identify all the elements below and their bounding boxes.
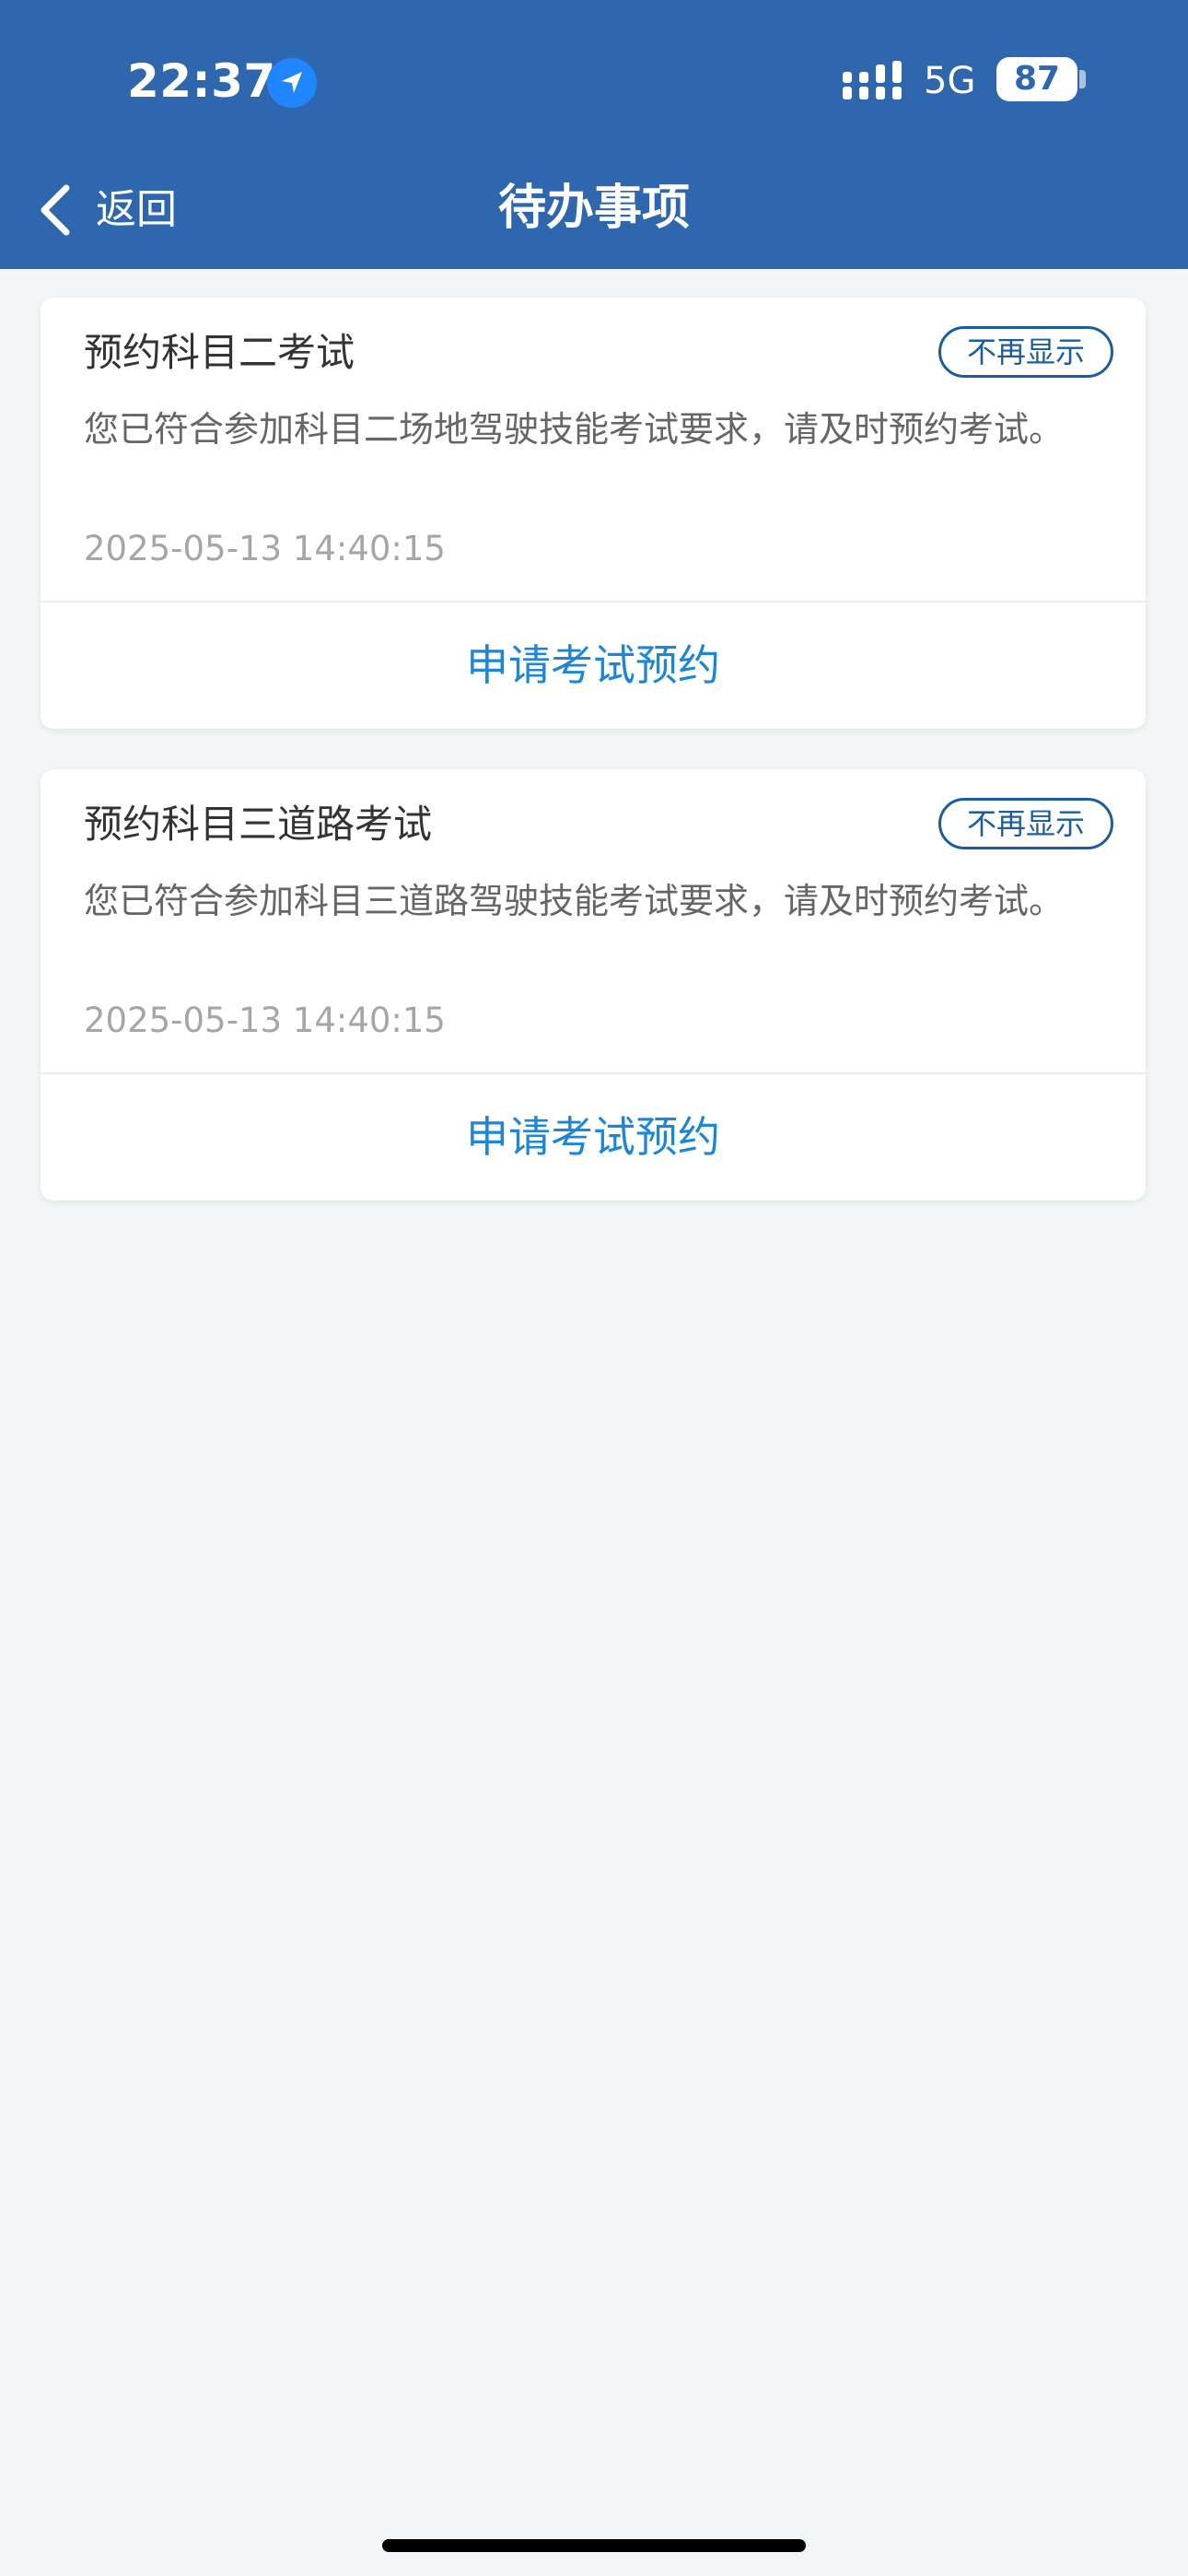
apply-exam-booking-button[interactable]: 申请考试预约 bbox=[41, 1074, 1146, 1200]
location-arrow-icon bbox=[267, 58, 317, 108]
home-indicator[interactable] bbox=[382, 2539, 806, 2552]
todo-description: 您已符合参加科目二场地驾驶技能考试要求，请及时预约考试。 bbox=[84, 409, 1065, 450]
page-title: 待办事项 bbox=[497, 181, 690, 236]
battery-level: 87 bbox=[1013, 60, 1061, 98]
todo-timestamp: 2025-05-13 14:40:15 bbox=[84, 1001, 446, 1040]
dismiss-button[interactable]: 不再显示 bbox=[938, 798, 1113, 849]
todo-title: 预约科目三道路考试 bbox=[84, 802, 433, 847]
network-type: 5G bbox=[924, 60, 976, 102]
todo-description: 您已符合参加科目三道路驾驶技能考试要求，请及时预约考试。 bbox=[84, 881, 1065, 921]
apply-exam-booking-button[interactable]: 申请考试预约 bbox=[41, 603, 1146, 729]
cellular-signal-icon bbox=[842, 61, 903, 101]
todo-title: 预约科目二考试 bbox=[84, 330, 355, 375]
battery-icon: 87 bbox=[996, 57, 1077, 101]
todo-timestamp: 2025-05-13 14:40:15 bbox=[84, 529, 446, 568]
todo-card: 预约科目三道路考试 不再显示 您已符合参加科目三道路驾驶技能考试要求，请及时预约… bbox=[41, 769, 1146, 1200]
dismiss-button[interactable]: 不再显示 bbox=[938, 326, 1113, 378]
todo-card: 预约科目二考试 不再显示 您已符合参加科目二场地驾驶技能考试要求，请及时预约考试… bbox=[41, 298, 1146, 729]
header-bar: 22:37 5G 87 返回 待办事项 bbox=[0, 0, 1188, 269]
status-time: 22:37 bbox=[127, 54, 276, 108]
battery-cap bbox=[1079, 70, 1086, 88]
